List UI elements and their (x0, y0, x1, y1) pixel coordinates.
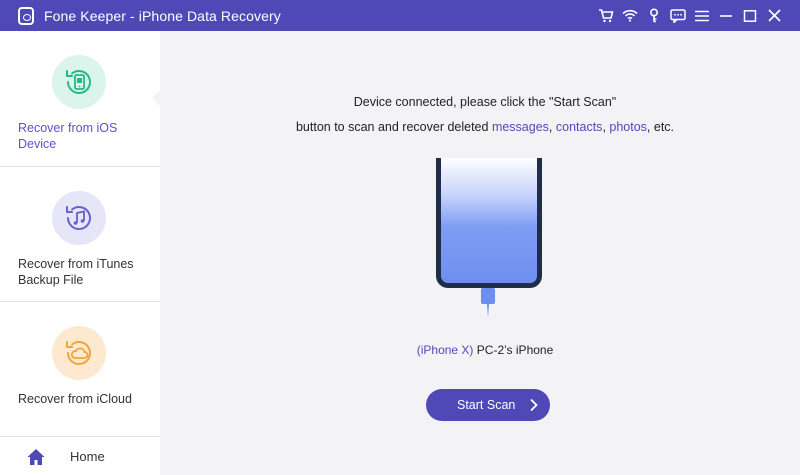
contacts-link[interactable]: contacts (556, 120, 603, 134)
sidebar-item-label: Recover from iTunes Backup File (18, 257, 134, 287)
messages-link[interactable]: messages (492, 120, 549, 134)
device-model: (iPhone X) (416, 343, 474, 357)
cloud-recover-icon (52, 326, 106, 380)
device-name: (iPhone X) PC-2’s iPhone (160, 343, 800, 357)
instruction-prefix: button to scan and recover deleted (295, 120, 492, 134)
minimize-icon[interactable] (714, 4, 738, 28)
key-icon[interactable] (642, 4, 666, 28)
sidebar-item-label: Recover from iCloud (18, 392, 132, 406)
separator: , (548, 120, 556, 134)
photos-link[interactable]: photos (609, 120, 647, 134)
chevron-right-icon (530, 398, 539, 412)
cart-icon[interactable] (594, 4, 618, 28)
phone-body (436, 158, 542, 288)
sidebar-item-icloud[interactable]: Recover from iCloud (0, 302, 160, 437)
music-recover-icon (52, 191, 106, 245)
home-label: Home (70, 449, 105, 464)
app-logo-icon (18, 6, 34, 25)
instruction-line-1: Device connected, please click the "Star… (353, 95, 617, 109)
phone-recover-icon (52, 55, 106, 109)
start-scan-button[interactable]: Start Scan (426, 389, 550, 421)
divider (0, 436, 160, 437)
instruction-text: Device connected, please click the "Star… (160, 90, 800, 140)
chat-icon[interactable] (666, 4, 690, 28)
start-scan-label: Start Scan (457, 398, 516, 412)
device-owner: PC-2’s iPhone (473, 343, 554, 357)
cable-plug (481, 288, 495, 304)
sidebar-item-ios-device[interactable]: Recover from iOS Device (0, 31, 161, 167)
home-icon (27, 448, 45, 465)
maximize-icon[interactable] (738, 4, 762, 28)
phone-illustration (436, 158, 542, 318)
wifi-icon[interactable] (618, 4, 642, 28)
close-icon[interactable] (762, 4, 786, 28)
instruction-line-2: button to scan and recover deleted messa… (160, 115, 800, 140)
app-title: Fone Keeper - iPhone Data Recovery (44, 7, 281, 24)
home-button[interactable]: Home (0, 438, 160, 475)
title-bar: Fone Keeper - iPhone Data Recovery (0, 0, 800, 31)
sidebar-item-itunes-backup[interactable]: Recover from iTunes Backup File (0, 167, 160, 302)
main-panel: Device connected, please click the "Star… (160, 31, 800, 475)
cable-wire (487, 304, 489, 318)
sidebar: Recover from iOS Device Recover from iTu… (0, 31, 161, 475)
menu-icon[interactable] (690, 4, 714, 28)
title-controls (594, 0, 786, 31)
sidebar-item-label: Recover from iOS Device (18, 121, 118, 151)
instruction-suffix: , etc. (646, 120, 675, 134)
